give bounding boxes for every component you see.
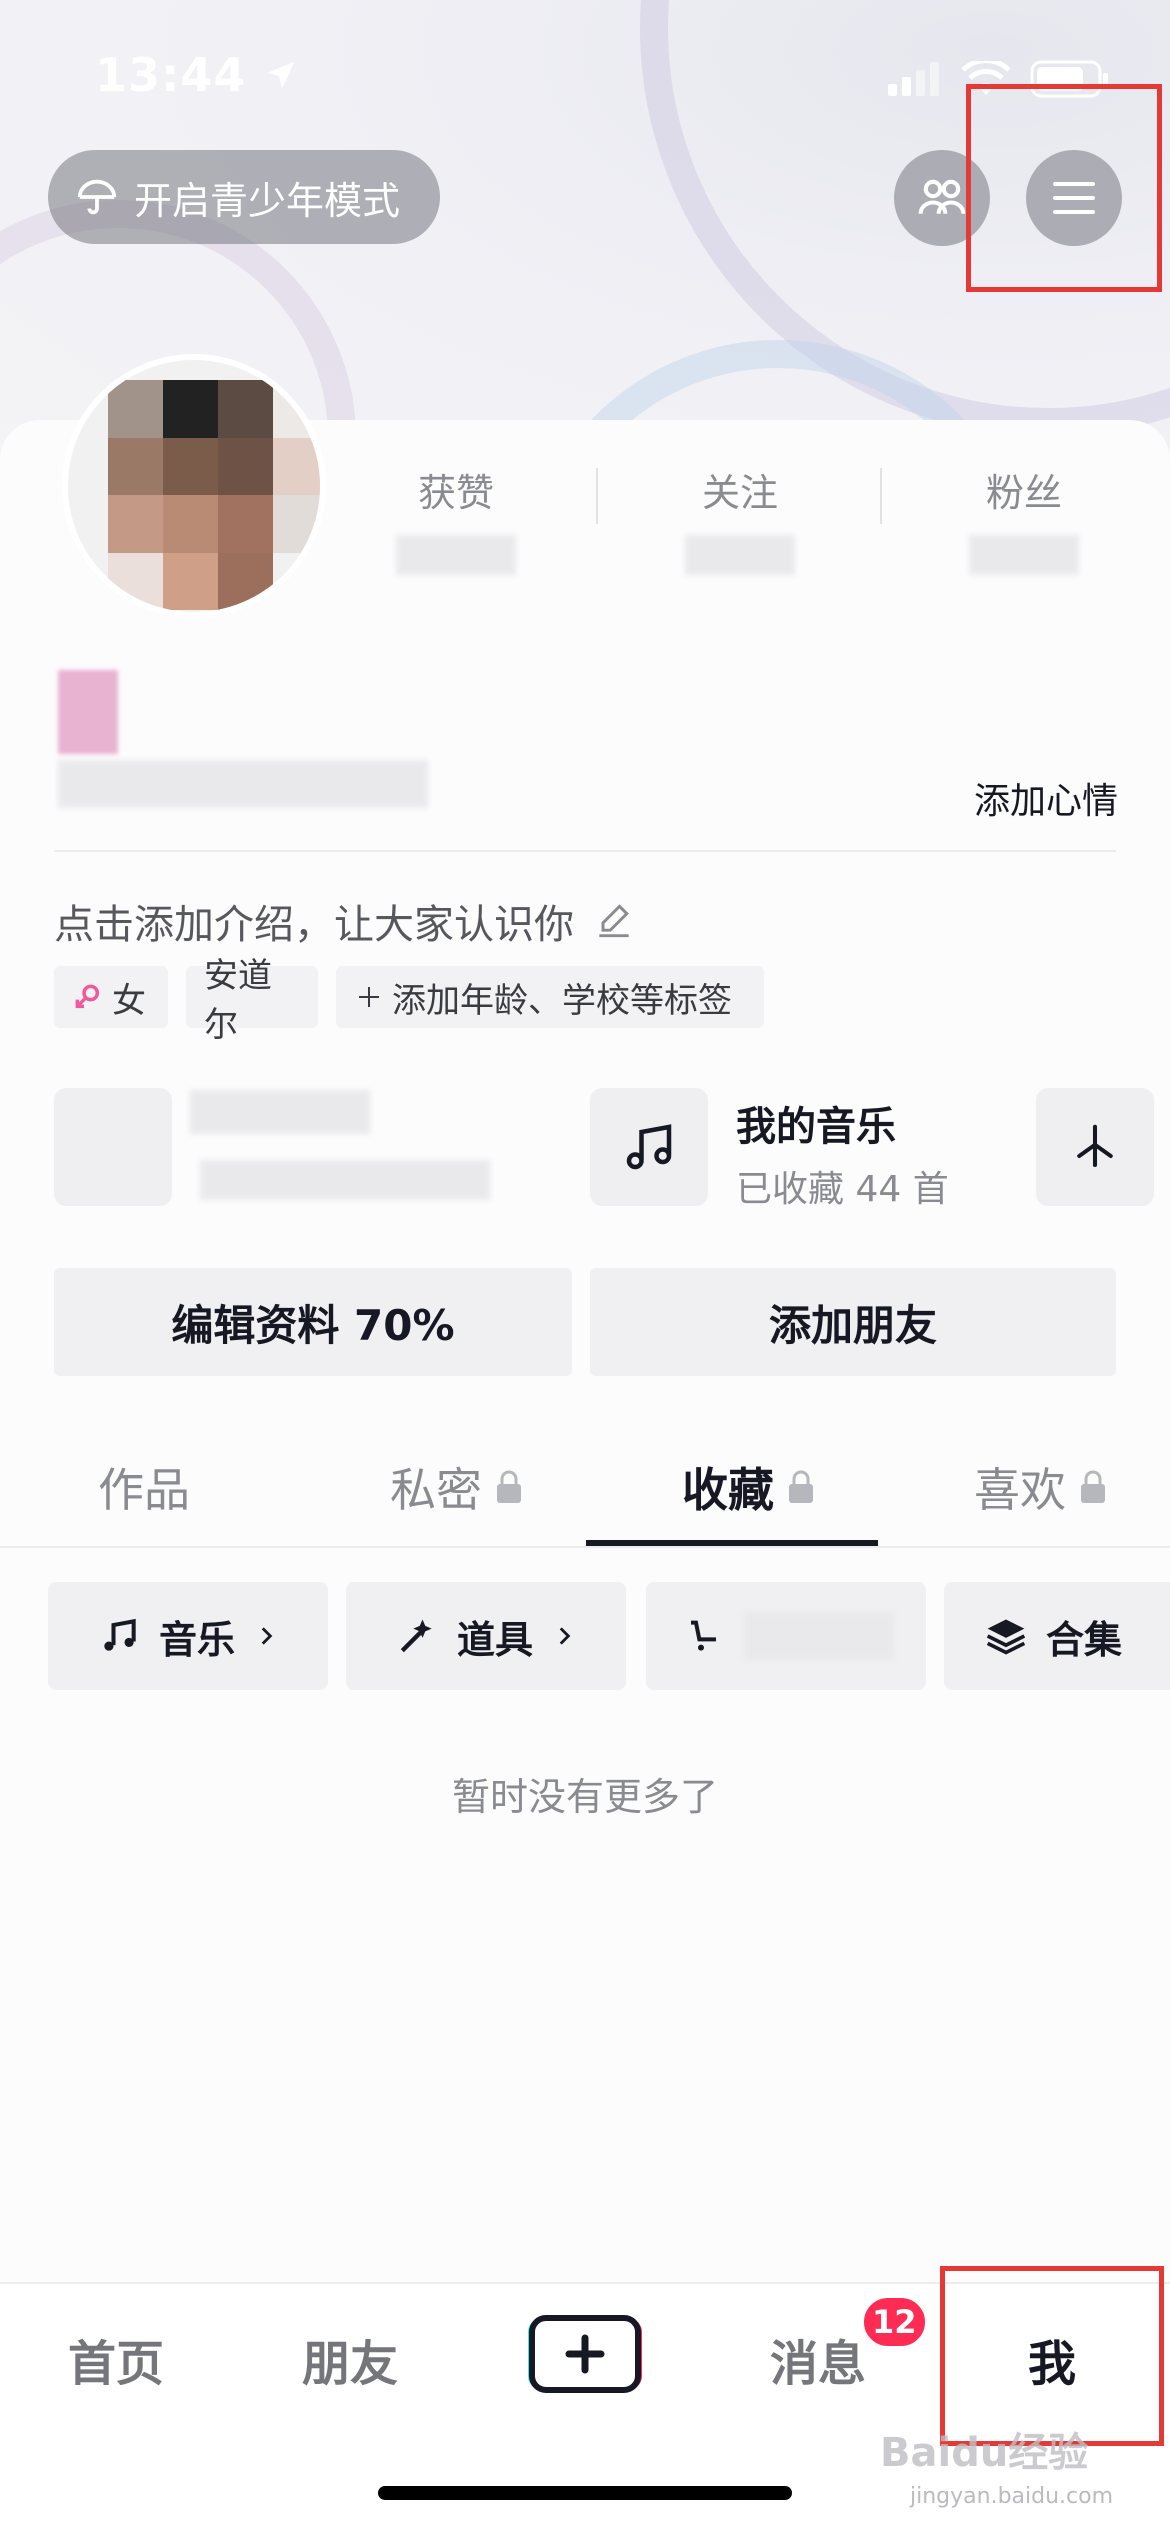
stat-following-value-redacted	[685, 535, 795, 575]
add-friends-label: 添加朋友	[768, 1300, 937, 1350]
shop-feature-icon[interactable]	[54, 1088, 172, 1206]
nav-home[interactable]: 首页	[68, 2324, 164, 2394]
edit-profile-button[interactable]: 编辑资料 70%	[54, 1268, 572, 1376]
shop-feature-title-redacted	[190, 1090, 370, 1134]
nav-messages[interactable]: 消息	[770, 2324, 866, 2394]
tag-gender-label: 女	[112, 980, 146, 1021]
avatar-pixelated-image	[108, 380, 320, 610]
tab-likes-label: 喜欢	[974, 1463, 1066, 1517]
filter-collections-label: 合集	[1046, 1617, 1123, 1662]
filter-props-label: 道具	[456, 1617, 533, 1662]
stat-following-label: 关注	[701, 471, 778, 515]
teen-mode-label: 开启青少年模式	[134, 178, 401, 223]
status-time: 13:44	[95, 48, 299, 102]
sparkle-icon	[1077, 1124, 1113, 1168]
tag-location[interactable]: 安道尔	[186, 956, 318, 1045]
watermark-url: jingyan.baidu.com	[910, 2484, 1114, 2509]
stat-likes[interactable]: 获赞	[356, 462, 556, 575]
stat-followers-value-redacted	[969, 535, 1079, 575]
tab-private[interactable]: 私密	[390, 1454, 522, 1520]
lock-icon	[497, 1470, 521, 1503]
music-note-icon	[626, 1124, 672, 1170]
umbrella-icon	[77, 179, 117, 215]
tag-add-more[interactable]: 添加年龄、学校等标签	[336, 966, 764, 1028]
my-music-button[interactable]	[590, 1088, 708, 1206]
intro-placeholder: 点击添加介绍，让大家认识你	[54, 902, 574, 948]
create-button[interactable]	[526, 2314, 644, 2394]
filter-music-label: 音乐	[158, 1617, 235, 1662]
female-icon	[75, 984, 100, 1009]
magic-wand-icon	[400, 1619, 432, 1653]
music-note-icon	[104, 1618, 136, 1651]
active-tab-indicator	[586, 1540, 878, 1546]
layers-icon	[986, 1619, 1026, 1655]
tab-favorites[interactable]: 收藏	[682, 1454, 814, 1520]
people-icon	[918, 179, 966, 214]
chevron-right-icon	[261, 1627, 273, 1645]
tag-location-label: 安道尔	[204, 956, 272, 1045]
stat-likes-label: 获赞	[417, 471, 494, 515]
filter-collections[interactable]: 合集	[944, 1582, 1170, 1690]
add-friends-button[interactable]: 添加朋友	[590, 1268, 1116, 1376]
edit-profile-label: 编辑资料 70%	[171, 1300, 455, 1350]
home-indicator	[378, 2486, 792, 2500]
tab-private-label: 私密	[390, 1463, 482, 1517]
tab-divider	[0, 1546, 1170, 1548]
stat-divider	[880, 468, 882, 524]
stat-followers[interactable]: 粉丝	[924, 462, 1124, 575]
stat-divider	[596, 468, 598, 524]
tab-likes[interactable]: 喜欢	[974, 1454, 1106, 1520]
stat-following[interactable]: 关注	[640, 462, 840, 575]
divider	[54, 850, 1116, 852]
edit-pencil-icon	[599, 904, 629, 938]
avatar[interactable]	[62, 354, 326, 618]
chevron-right-icon	[559, 1627, 571, 1645]
tag-add-more-label: 添加年龄、学校等标签	[392, 980, 732, 1021]
lock-icon	[789, 1470, 813, 1503]
messages-badge: 12	[860, 2294, 929, 2350]
highlight-box-menu	[966, 84, 1162, 292]
filter-props[interactable]: 道具	[346, 1582, 626, 1690]
plus-icon	[359, 987, 379, 1007]
status-time-text: 13:44	[95, 48, 247, 102]
account-id-redacted	[58, 760, 428, 808]
tag-gender[interactable]: 女	[54, 966, 168, 1028]
intro-row[interactable]: 点击添加介绍，让大家认识你	[54, 892, 636, 950]
my-music-title[interactable]: 我的音乐	[736, 1094, 896, 1152]
highlight-box-me	[940, 2266, 1164, 2446]
add-mood-button[interactable]: 添加心情	[974, 772, 1118, 824]
location-arrow-icon	[267, 61, 295, 89]
nav-friends[interactable]: 朋友	[302, 2324, 398, 2394]
teen-mode-button[interactable]: 开启青少年模式	[48, 150, 440, 244]
signal-icon	[888, 62, 939, 96]
stat-followers-label: 粉丝	[985, 471, 1062, 515]
my-music-subtitle: 已收藏 44 首	[736, 1169, 949, 1210]
tab-works-label: 作品	[98, 1463, 190, 1517]
cart-icon	[691, 1620, 716, 1651]
filter-products[interactable]	[646, 1582, 926, 1690]
tab-favorites-label: 收藏	[682, 1463, 774, 1517]
filter-music[interactable]: 音乐	[48, 1582, 328, 1690]
more-features-button[interactable]	[1036, 1088, 1154, 1206]
shop-feature-subtitle-redacted	[200, 1160, 490, 1200]
filter-products-label-redacted	[744, 1612, 894, 1660]
stat-likes-value-redacted	[396, 535, 516, 575]
watermark-logo: Baidu经验	[880, 2430, 1089, 2476]
username-redacted	[58, 670, 118, 754]
plus-icon	[528, 2315, 642, 2393]
lock-icon	[1081, 1470, 1105, 1503]
tab-works[interactable]: 作品	[98, 1454, 190, 1520]
empty-state-text: 暂时没有更多了	[451, 1775, 718, 1819]
